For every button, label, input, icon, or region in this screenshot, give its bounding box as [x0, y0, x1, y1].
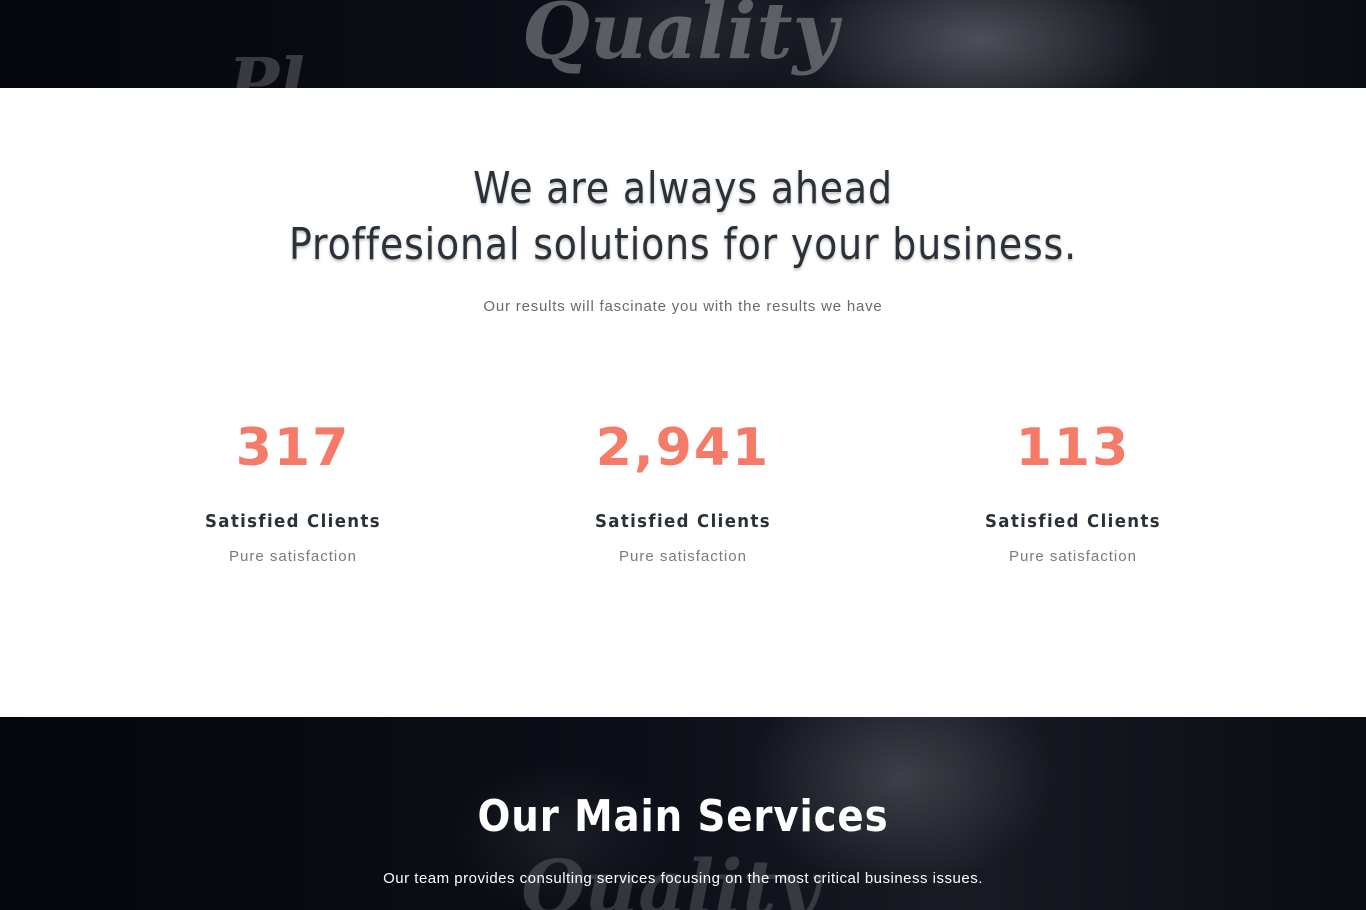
stat-value: 113	[1015, 418, 1131, 478]
hero-background-strip: Quality Pl	[0, 0, 1366, 88]
stat-description: Pure satisfaction	[619, 548, 747, 565]
hero-background-text-partial: Pl	[228, 44, 305, 88]
stat-description: Pure satisfaction	[229, 548, 357, 565]
stat-label: Satisfied Clients	[984, 511, 1162, 532]
stat-value: 317	[235, 418, 351, 478]
stat-label: Satisfied Clients	[594, 511, 772, 532]
services-subtitle: Our team provides consulting services fo…	[383, 870, 983, 887]
stat-counter: 113 Satisfied Clients Pure satisfaction	[893, 418, 1253, 567]
services-section: Quality Our Main Services Our team provi…	[0, 717, 1366, 910]
stat-counter: 317 Satisfied Clients Pure satisfaction	[113, 418, 473, 567]
section-heading-line-1: We are always ahead	[473, 163, 893, 214]
hero-background-text: Quality	[522, 0, 838, 77]
stat-value: 2,941	[595, 418, 771, 478]
section-heading-line-2: Proffesional solutions for your business…	[288, 219, 1078, 270]
stats-section: We are always ahead Proffesional solutio…	[0, 88, 1366, 717]
services-title: Our Main Services	[477, 791, 889, 842]
stat-counter: 2,941 Satisfied Clients Pure satisfactio…	[503, 418, 863, 567]
stat-description: Pure satisfaction	[1009, 548, 1137, 565]
stat-label: Satisfied Clients	[204, 511, 382, 532]
section-subtitle: Our results will fascinate you with the …	[483, 298, 883, 315]
